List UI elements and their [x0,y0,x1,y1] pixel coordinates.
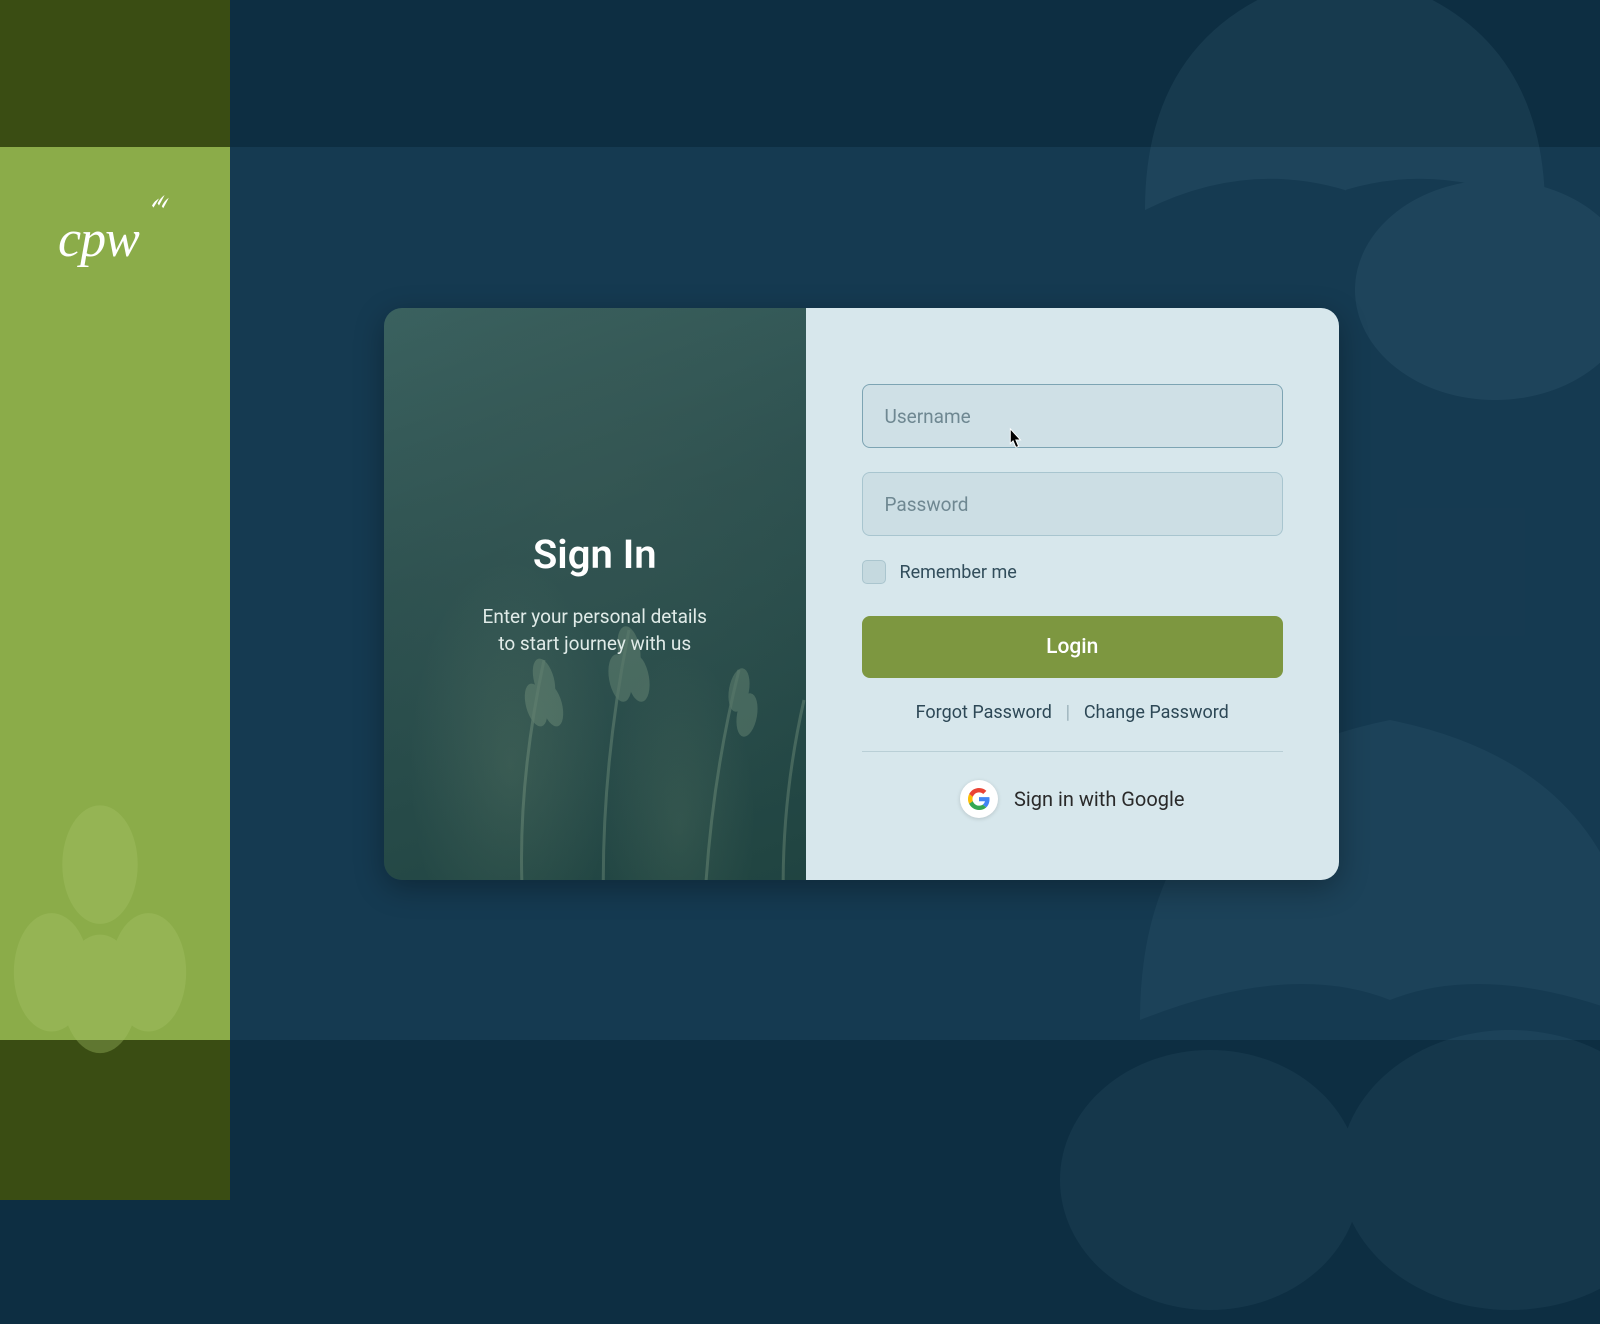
sidebar-top-strip [0,0,230,147]
wheat-decoration-icon [0,800,210,1080]
brand-logo-text: cpw [58,210,139,269]
google-signin-button[interactable]: Sign in with Google [960,780,1184,818]
cursor-pointer-icon [1004,427,1024,455]
password-input[interactable] [862,472,1284,536]
remember-me-checkbox[interactable] [862,560,886,584]
remember-me-label: Remember me [900,562,1017,583]
login-button[interactable]: Login [862,616,1284,678]
google-signin-label: Sign in with Google [1014,787,1184,811]
signin-title: Sign In [533,531,657,578]
link-divider: | [1066,702,1070,723]
login-card: Sign In Enter your personal details to s… [384,308,1339,880]
form-divider [862,751,1284,752]
username-input[interactable] [862,384,1284,448]
change-password-link[interactable]: Change Password [1084,702,1229,723]
remember-me-row: Remember me [862,560,1284,584]
logo-wheat-icon [143,188,175,220]
google-icon [960,780,998,818]
login-form-panel: Remember me Login Forgot Password | Chan… [806,308,1340,880]
login-hero-panel: Sign In Enter your personal details to s… [384,308,806,880]
auth-links-row: Forgot Password | Change Password [862,702,1284,723]
signin-subtitle: Enter your personal details to start jou… [483,604,707,657]
forgot-password-link[interactable]: Forgot Password [916,702,1052,723]
